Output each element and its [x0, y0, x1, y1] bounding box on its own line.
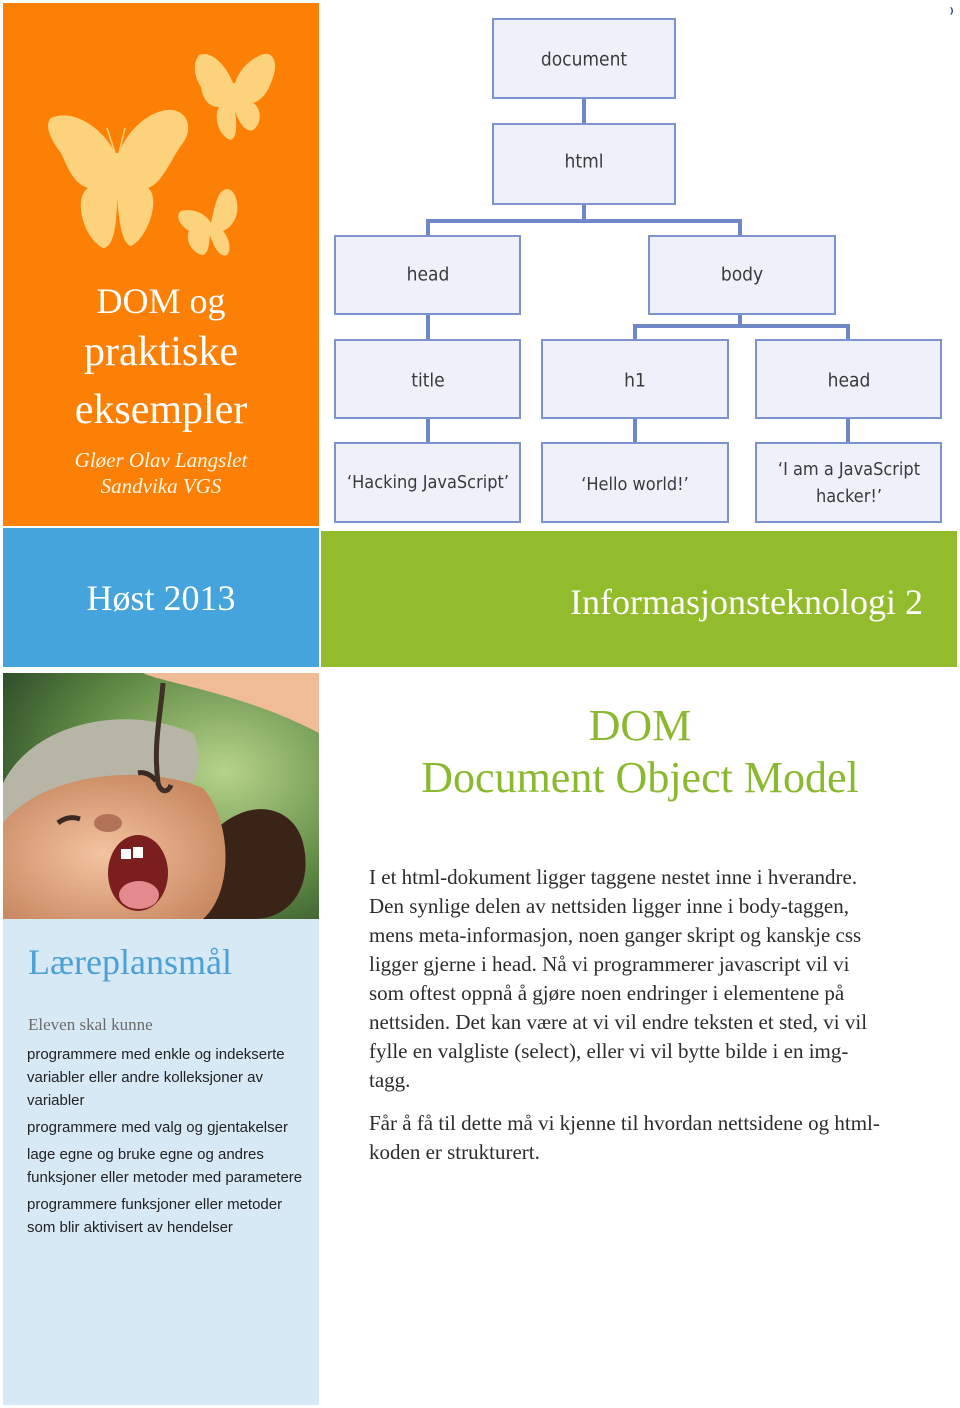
child-with-worm-photo: [3, 673, 319, 919]
course-band: Informasjonsteknologi 2: [321, 531, 957, 667]
node-text-head2-label-line1: ‘I am a JavaScript: [778, 459, 920, 480]
goal-item: programmere med valg og gjentakelser: [27, 1119, 288, 1136]
sidebar-title: Læreplansmål: [28, 942, 232, 982]
goal-item: programmere funksjoner eller metoder som…: [27, 1196, 283, 1236]
node-head2-label: head: [828, 370, 871, 392]
node-head: head: [334, 235, 521, 315]
cover-title-line3: eksempler: [74, 387, 248, 433]
cover-panel: DOM og praktiske eksempler Gløer Olav La…: [3, 3, 319, 526]
semester-label: Høst 2013: [86, 577, 236, 618]
body-paragraph: Får å få til dette må vi kjenne til hvor…: [369, 1111, 880, 1164]
main-heading-line2: Document Object Model: [421, 753, 859, 802]
course-label: Informasjonsteknologi 2: [570, 582, 923, 622]
author-name: Gløer Olav Langslet: [74, 448, 248, 472]
butterfly-medium-icon: [194, 53, 276, 140]
body-text: I et html-dokument ligger taggene nestet…: [369, 863, 889, 1181]
cover-photo: [3, 673, 319, 919]
cover-title-block: DOM og praktiske eksempler Gløer Olav La…: [3, 279, 319, 499]
semester-band: Høst 2013: [3, 528, 319, 667]
main-heading-line1: DOM: [588, 701, 692, 750]
butterfly-small-icon: [178, 189, 238, 256]
node-h1-label: h1: [624, 370, 646, 392]
node-text-title: ‘Hacking JavaScript’: [334, 442, 521, 523]
sidebar-intro: Eleven skal kunne: [28, 1015, 153, 1034]
node-text-h1: ‘Hello world!’: [541, 442, 729, 523]
main-heading: DOM Document Object Model: [322, 700, 958, 804]
node-document-label: document: [541, 49, 628, 71]
node-text-head2: ‘I am a JavaScript hacker!’: [755, 442, 942, 523]
corner-mark-icon: ⁾: [950, 7, 954, 22]
goal-item: programmere med enkle og indekserte vari…: [27, 1046, 285, 1109]
node-title: title: [334, 339, 521, 419]
butterfly-large-icon: [48, 109, 189, 248]
cover-title-line2: praktiske: [84, 329, 238, 375]
dom-tree-diagram: document html head body title h1 head ‘H…: [322, 0, 960, 528]
edge-html-children: [426, 204, 742, 236]
node-body-label: body: [721, 264, 763, 286]
node-title-label: title: [411, 370, 444, 392]
curriculum-sidebar: Læreplansmål Eleven skal kunne programme…: [3, 919, 319, 1405]
node-h1: h1: [541, 339, 729, 419]
node-head-label: head: [407, 264, 450, 286]
body-paragraph: I et html-dokument ligger taggene nestet…: [369, 865, 868, 1092]
node-html-label: html: [565, 151, 604, 173]
node-body: body: [648, 235, 836, 315]
school-name: Sandvika VGS: [100, 474, 222, 498]
goal-item: lage egne og bruke egne og andres funksj…: [27, 1146, 303, 1186]
cover-title-line1: DOM og: [96, 281, 226, 321]
edge-body-children: [633, 314, 850, 340]
node-document: document: [492, 18, 676, 99]
goal-list: programmere med enkle og indekserte vari…: [27, 1043, 312, 1243]
node-text-title-label: ‘Hacking JavaScript’: [347, 472, 509, 493]
node-text-h1-label: ‘Hello world!’: [581, 474, 689, 495]
node-html: html: [492, 123, 676, 205]
node-head2: head: [755, 339, 942, 419]
node-text-head2-label-line2: hacker!’: [816, 486, 882, 507]
